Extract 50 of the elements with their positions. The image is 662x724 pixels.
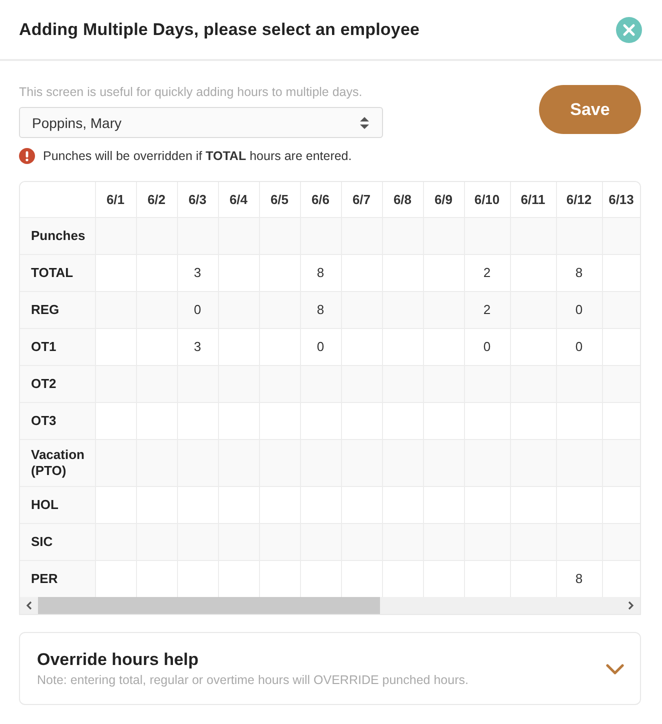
help-note: Note: entering total, regular or overtime hours will OVERRIDE punched hours. — [37, 672, 468, 688]
employee-select[interactable]: Poppins, Mary — [19, 107, 383, 138]
save-button[interactable]: Save — [539, 85, 641, 134]
warning-icon — [19, 148, 35, 164]
table-cell: 0 — [177, 291, 218, 328]
row-header: HOL — [20, 486, 95, 523]
table-cell: 3 — [177, 328, 218, 365]
column-header: 6/1 — [95, 182, 136, 217]
column-header: 6/3 — [177, 182, 218, 217]
column-header: 6/10 — [464, 182, 510, 217]
row-header: SIC — [20, 523, 95, 560]
table-cell: 8 — [300, 254, 341, 291]
table-cell: 0 — [556, 328, 602, 365]
chevron-right-icon — [628, 601, 634, 610]
table-cell: 8 — [556, 254, 602, 291]
table-cell: 0 — [556, 291, 602, 328]
column-header: 6/11 — [510, 182, 556, 217]
column-header: 6/6 — [300, 182, 341, 217]
dialog-title: Adding Multiple Days, please select an employee — [19, 20, 420, 40]
table-cell: 3 — [177, 254, 218, 291]
help-accordion[interactable]: Override hours help Note: entering total, regular or overtime hours will OVERRIDE punched hours. — [19, 632, 641, 705]
row-header: TOTAL — [20, 254, 95, 291]
table-cell: 0 — [300, 328, 341, 365]
scrollbar-thumb[interactable] — [38, 597, 380, 614]
close-icon — [616, 16, 642, 42]
row-header: OT2 — [20, 365, 95, 402]
row-header: REG — [20, 291, 95, 328]
select-arrows-icon — [360, 116, 369, 128]
table-cell: 0 — [464, 328, 510, 365]
column-header: 6/5 — [259, 182, 300, 217]
row-header: Punches — [20, 217, 95, 254]
column-header: 6/12 — [556, 182, 602, 217]
select-value: Poppins, Mary — [32, 114, 122, 130]
help-title: Override hours help — [37, 650, 200, 670]
column-header: 6/7 — [341, 182, 382, 217]
row-header: Vacation (PTO) — [20, 439, 95, 486]
row-header: PER — [20, 560, 95, 597]
table-cell: 2 — [464, 291, 510, 328]
chevron-left-icon — [26, 601, 32, 610]
column-header: 6/2 — [136, 182, 177, 217]
intro-text: This screen is useful for quickly adding hours to multiple days. — [19, 84, 362, 100]
column-header: 6/4 — [218, 182, 259, 217]
column-header: 6/13 — [602, 182, 640, 217]
table-cell: 2 — [464, 254, 510, 291]
row-header: OT3 — [20, 402, 95, 439]
column-header: 6/8 — [382, 182, 423, 217]
warning-text: Punches will be overridden if TOTAL hours are entered. — [43, 148, 352, 164]
table-cell: 8 — [300, 291, 341, 328]
column-header: 6/9 — [423, 182, 464, 217]
row-header: OT1 — [20, 328, 95, 365]
